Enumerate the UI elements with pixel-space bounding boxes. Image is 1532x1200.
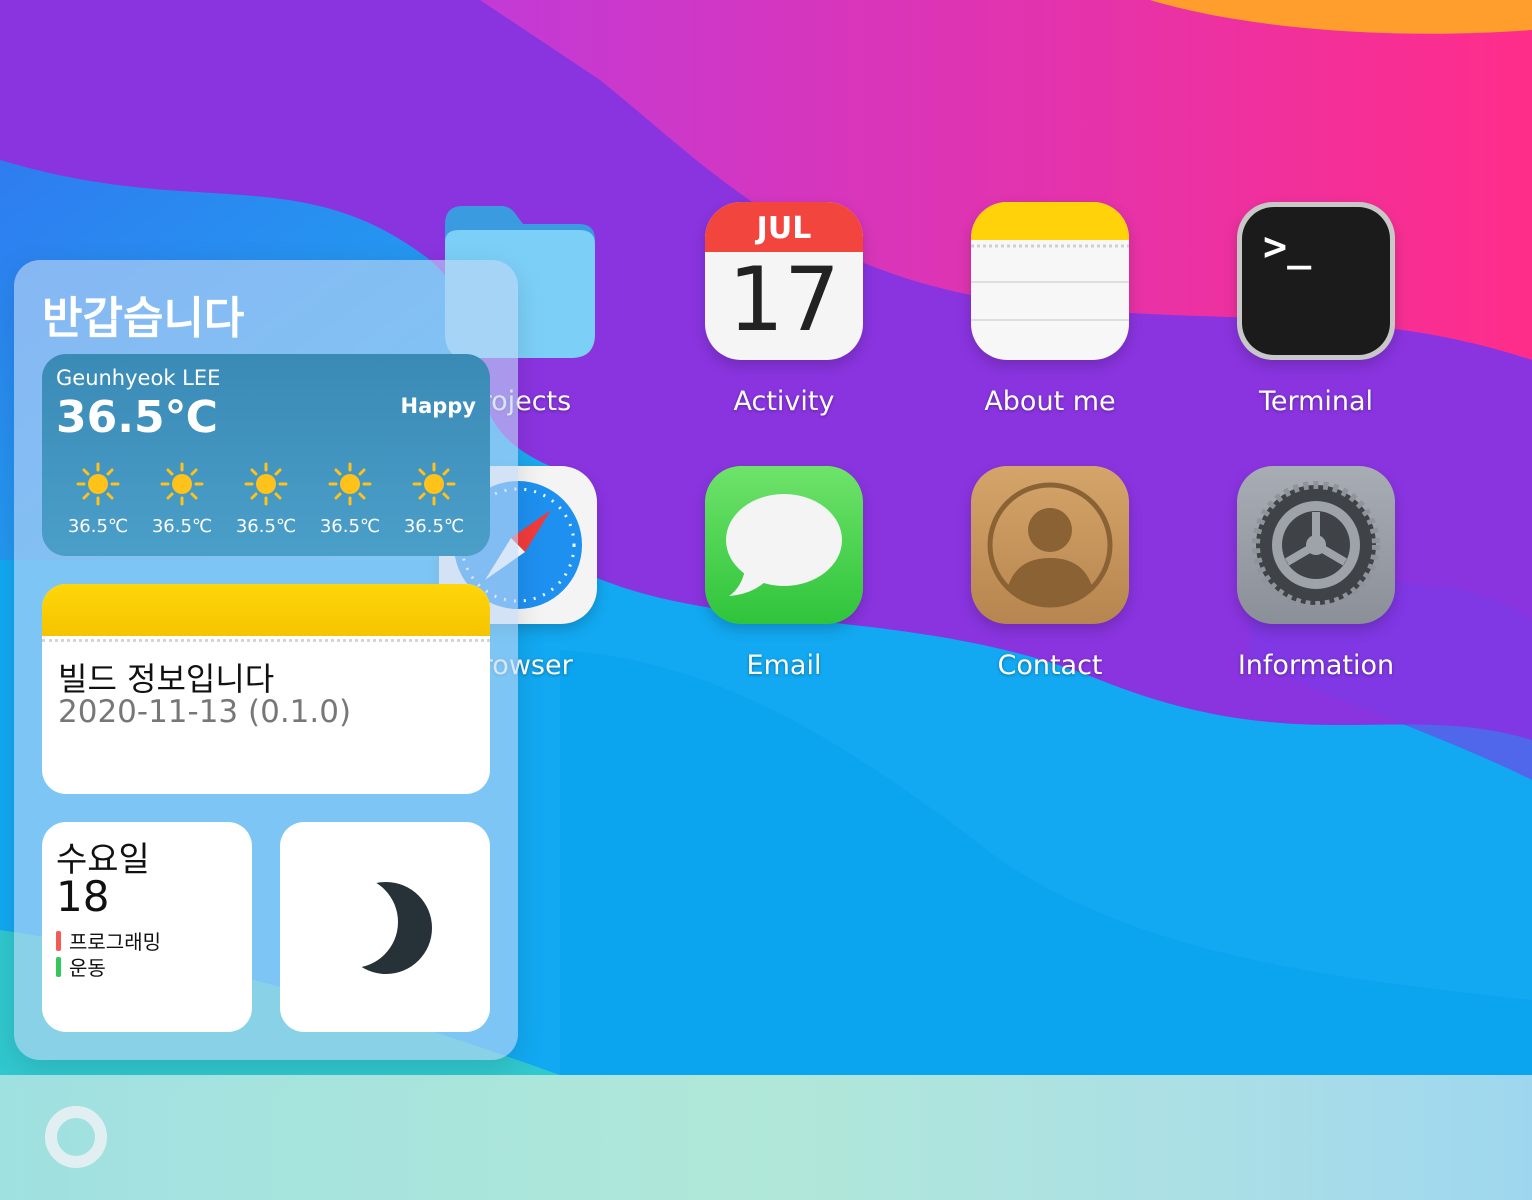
calendar-day: 17 xyxy=(728,248,840,351)
app-label: Terminal xyxy=(1258,386,1374,417)
app-activity[interactable]: JUL 17 Activity xyxy=(684,202,884,417)
person-icon xyxy=(971,466,1129,624)
app-label: Contact xyxy=(997,650,1103,681)
moon-icon xyxy=(340,882,432,974)
calendar-widget[interactable]: 수요일 18 프로그래밍 운동 xyxy=(42,822,252,1032)
event-label: 운동 xyxy=(69,956,106,980)
build-info-date: 2020-11-13 (0.1.0) xyxy=(58,694,352,730)
app-terminal[interactable]: >_ Terminal xyxy=(1216,202,1416,417)
weather-mood: Happy xyxy=(400,394,477,418)
weather-forecast: 36.5℃ 36.5℃ 36.5℃ 36.5℃ 36.5℃ xyxy=(56,462,476,537)
app-about-me[interactable]: About me xyxy=(950,202,1150,417)
widget-panel: 반갑습니다 Geunhyeok LEE 36.5℃ Happy 36.5℃ 36… xyxy=(14,260,518,1060)
forecast-day: 36.5℃ xyxy=(56,462,140,537)
notes-divider xyxy=(42,639,490,642)
calendar-event: 운동 xyxy=(56,952,106,981)
app-information[interactable]: Information xyxy=(1216,466,1416,681)
sun-icon xyxy=(244,462,288,506)
home-circle-icon[interactable] xyxy=(44,1105,108,1169)
weather-temperature: 36.5℃ xyxy=(56,392,218,443)
forecast-temp: 36.5℃ xyxy=(67,516,129,537)
event-color-mark xyxy=(56,930,61,951)
app-label: Email xyxy=(746,650,822,681)
sun-icon xyxy=(412,462,456,506)
weather-widget[interactable]: Geunhyeok LEE 36.5℃ Happy 36.5℃ 36.5℃ 36… xyxy=(42,354,490,556)
gear-icon xyxy=(1237,466,1395,624)
forecast-day: 36.5℃ xyxy=(224,462,308,537)
terminal-icon: >_ xyxy=(1237,202,1395,360)
app-contact[interactable]: Contact xyxy=(950,466,1150,681)
calendar-icon: JUL 17 xyxy=(705,202,863,360)
calendar-month: JUL xyxy=(705,202,863,252)
app-label: About me xyxy=(984,386,1116,417)
app-label: Activity xyxy=(733,386,835,417)
app-email[interactable]: Email xyxy=(684,466,884,681)
sun-icon xyxy=(160,462,204,506)
calendar-date: 18 xyxy=(56,872,110,921)
dark-mode-widget[interactable] xyxy=(280,822,490,1032)
forecast-temp: 36.5℃ xyxy=(319,516,381,537)
notes-header-bar xyxy=(42,584,490,636)
forecast-day: 36.5℃ xyxy=(140,462,224,537)
forecast-temp: 36.5℃ xyxy=(151,516,213,537)
greeting-title: 반갑습니다 xyxy=(42,293,245,344)
forecast-day: 36.5℃ xyxy=(392,462,476,537)
terminal-prompt: >_ xyxy=(1263,224,1312,270)
weather-user-name: Geunhyeok LEE xyxy=(56,366,221,390)
sun-icon xyxy=(328,462,372,506)
event-label: 프로그래밍 xyxy=(69,930,161,954)
build-info-widget[interactable]: 빌드 정보입니다 2020-11-13 (0.1.0) xyxy=(42,584,490,794)
forecast-temp: 36.5℃ xyxy=(235,516,297,537)
app-label: Information xyxy=(1237,650,1395,681)
forecast-day: 36.5℃ xyxy=(308,462,392,537)
dock xyxy=(0,1075,1532,1200)
sun-icon xyxy=(76,462,120,506)
notes-icon xyxy=(971,202,1129,360)
event-color-mark xyxy=(56,956,61,977)
calendar-event: 프로그래밍 xyxy=(56,926,161,955)
forecast-temp: 36.5℃ xyxy=(403,516,465,537)
speech-bubble-icon xyxy=(705,466,863,624)
